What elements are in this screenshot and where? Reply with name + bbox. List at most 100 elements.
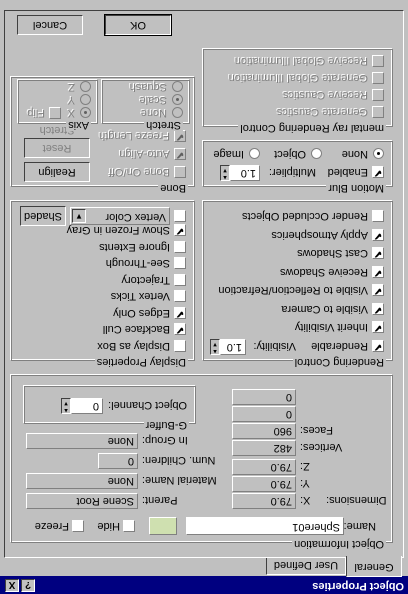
name-field[interactable]: Sphere01 <box>186 517 344 535</box>
object-channel-label: Object Channel: <box>108 399 187 411</box>
rendering-control-item-label: Apply Atmospherics <box>271 229 368 241</box>
vertex-color-dropdown[interactable]: Vertex Color ▼ <box>70 207 170 225</box>
visibility-field[interactable]: 1.0 <box>220 339 246 355</box>
object-channel-field[interactable]: 0 <box>71 398 103 414</box>
rendering-control-item-checkbox[interactable]: ✔ <box>372 284 384 297</box>
mental-ray-item-label: Receive Caustics <box>283 89 368 101</box>
rendering-control-item-checkbox[interactable]: ✔ <box>372 247 384 260</box>
object-color-swatch[interactable] <box>149 517 177 535</box>
title-bar[interactable]: Object Properties ? X <box>0 576 408 594</box>
rendering-control-item-checkbox[interactable]: ✔ <box>372 340 384 352</box>
enabled-label: Enabled <box>327 166 368 178</box>
blur-object-radio[interactable] <box>311 148 322 159</box>
axis-z-radio[interactable] <box>80 81 91 92</box>
rendering-control-group: Rendering Control ✔ Renderable Visibility:… <box>203 201 393 368</box>
object-properties-dialog: Object Properties ? X General User Defin… <box>0 0 408 594</box>
motion-blur-legend: Motion Blur <box>326 182 386 194</box>
visibility-label: Visibility: <box>253 340 296 352</box>
auto-align-checkbox[interactable]: ✔ <box>174 148 186 160</box>
mental-ray-item-label: Generate Caustics <box>276 106 368 118</box>
stretch-none-radio[interactable] <box>172 107 183 118</box>
axis-group: Axis X Flip Y Z <box>18 80 98 131</box>
auto-align-label: Auto-Align <box>119 148 170 160</box>
window-title: Object Properties <box>312 580 404 592</box>
bone-onoff-checkbox[interactable] <box>174 166 186 178</box>
axis-legend: Axis <box>66 119 91 131</box>
display-property-item-label: Ignore Extents <box>99 241 170 253</box>
freeze-length-checkbox[interactable]: ✔ <box>174 130 186 142</box>
display-property-item-label: Show Frozen in Gray <box>66 224 170 237</box>
gbuffer-group: G-Buffer Object Channel: 0 ▲ ▼ <box>24 386 196 431</box>
rendering-control-item-checkbox[interactable]: ✔ <box>372 229 384 241</box>
mental-ray-item-checkbox[interactable] <box>372 89 384 101</box>
display-properties-legend: Display Properties <box>94 356 188 368</box>
num-children-label: Num. Children: <box>142 454 216 466</box>
general-tab-panel: Object Information Name: Sphere01 Hide F… <box>4 10 404 558</box>
display-property-item-label: Backface Cull <box>102 323 170 336</box>
flip-checkbox[interactable] <box>49 107 61 119</box>
mental-ray-item-checkbox[interactable] <box>372 55 384 67</box>
mental-ray-item-checkbox[interactable] <box>372 72 384 84</box>
multiplier-spinner[interactable]: ▲ ▼ <box>220 165 230 181</box>
close-button[interactable]: X <box>5 579 19 592</box>
display-property-item-checkbox[interactable] <box>174 274 186 286</box>
object-channel-spinner[interactable]: ▲ ▼ <box>61 398 71 414</box>
display-property-item-checkbox[interactable] <box>174 340 186 352</box>
vertex-color-checkbox[interactable] <box>174 210 186 222</box>
rendering-control-item-label: Renderable <box>311 340 368 352</box>
freeze-checkbox[interactable] <box>72 520 84 532</box>
stretch-scale-radio[interactable] <box>172 94 183 105</box>
shaded-button[interactable]: Shaded <box>20 206 66 226</box>
gbuffer-legend: G-Buffer <box>143 419 189 431</box>
freeze-length-label: Freeze Length <box>99 130 170 142</box>
rendering-control-item-label: Visible to Reflection/Refraction <box>218 284 368 297</box>
blur-none-radio[interactable] <box>373 148 384 159</box>
enabled-checkbox[interactable]: ✔ <box>372 166 384 178</box>
rendering-control-item-label: Receive Shadows <box>279 266 368 278</box>
stretch-squash-radio[interactable] <box>172 81 183 92</box>
realign-button[interactable]: Realign <box>24 162 90 182</box>
reset-stretch-button[interactable]: Reset Stretch <box>24 124 90 158</box>
display-property-item-checkbox[interactable]: ✔ <box>174 323 186 336</box>
axis-x-radio[interactable] <box>80 107 91 118</box>
rendering-control-item-checkbox[interactable]: ✔ <box>372 303 384 315</box>
blur-image-radio[interactable] <box>249 148 260 159</box>
ok-button[interactable]: OK <box>104 14 172 36</box>
display-property-item-checkbox[interactable] <box>174 290 186 303</box>
display-property-item-checkbox[interactable] <box>174 241 186 253</box>
multiplier-field[interactable]: 1.0 <box>230 165 260 181</box>
x-dim-value: 79.0 <box>232 493 296 509</box>
blur-image-label: Image <box>213 148 244 160</box>
rendering-control-item-checkbox[interactable]: ✔ <box>372 266 384 278</box>
name-label: Name: <box>343 520 376 532</box>
display-property-item-checkbox[interactable] <box>174 257 186 270</box>
help-button[interactable]: ? <box>21 579 35 592</box>
rendering-control-item-checkbox[interactable]: ✔ <box>372 321 384 334</box>
rendering-control-item-label: Render Occluded Objects <box>242 210 368 223</box>
motion-blur-group: Motion Blur Multiplier: 1.0 ▲ ▼ ✔ Enabled… <box>203 141 393 194</box>
hide-checkbox[interactable] <box>123 520 135 532</box>
rendering-control-item-checkbox[interactable] <box>372 210 384 223</box>
info-extra-value-2: 0 <box>232 389 296 405</box>
flip-label: Flip <box>27 107 45 119</box>
stretch-none-label: None <box>140 107 167 119</box>
mental-ray-item-checkbox[interactable] <box>372 106 384 118</box>
object-information-group: Object Information Name: Sphere01 Hide F… <box>11 375 393 550</box>
parent-label: Parent: <box>142 494 178 506</box>
y-dim-label: Y: <box>300 477 310 489</box>
display-property-item-checkbox[interactable]: ✔ <box>174 224 186 237</box>
axis-y-label: Y <box>67 94 75 106</box>
num-children-value: 0 <box>98 453 138 469</box>
freeze-label: Freeze <box>34 520 69 532</box>
stretch-squash-label: Squash <box>129 81 167 93</box>
display-property-item-checkbox[interactable]: ✔ <box>174 307 186 319</box>
axis-y-radio[interactable] <box>80 94 91 105</box>
tab-general[interactable]: General <box>346 556 402 577</box>
display-property-item-label: Display as Box <box>97 340 170 352</box>
visibility-spinner[interactable]: ▲ ▼ <box>210 339 220 355</box>
chevron-down-icon[interactable]: ▼ <box>72 209 86 223</box>
display-properties-group: Display Properties Display as Box ✔ Backfa… <box>11 201 195 368</box>
cancel-button[interactable]: Cancel <box>17 15 83 35</box>
tab-user-defined[interactable]: User Defined <box>266 557 346 575</box>
display-property-item-label: Vertex Ticks <box>110 290 170 303</box>
